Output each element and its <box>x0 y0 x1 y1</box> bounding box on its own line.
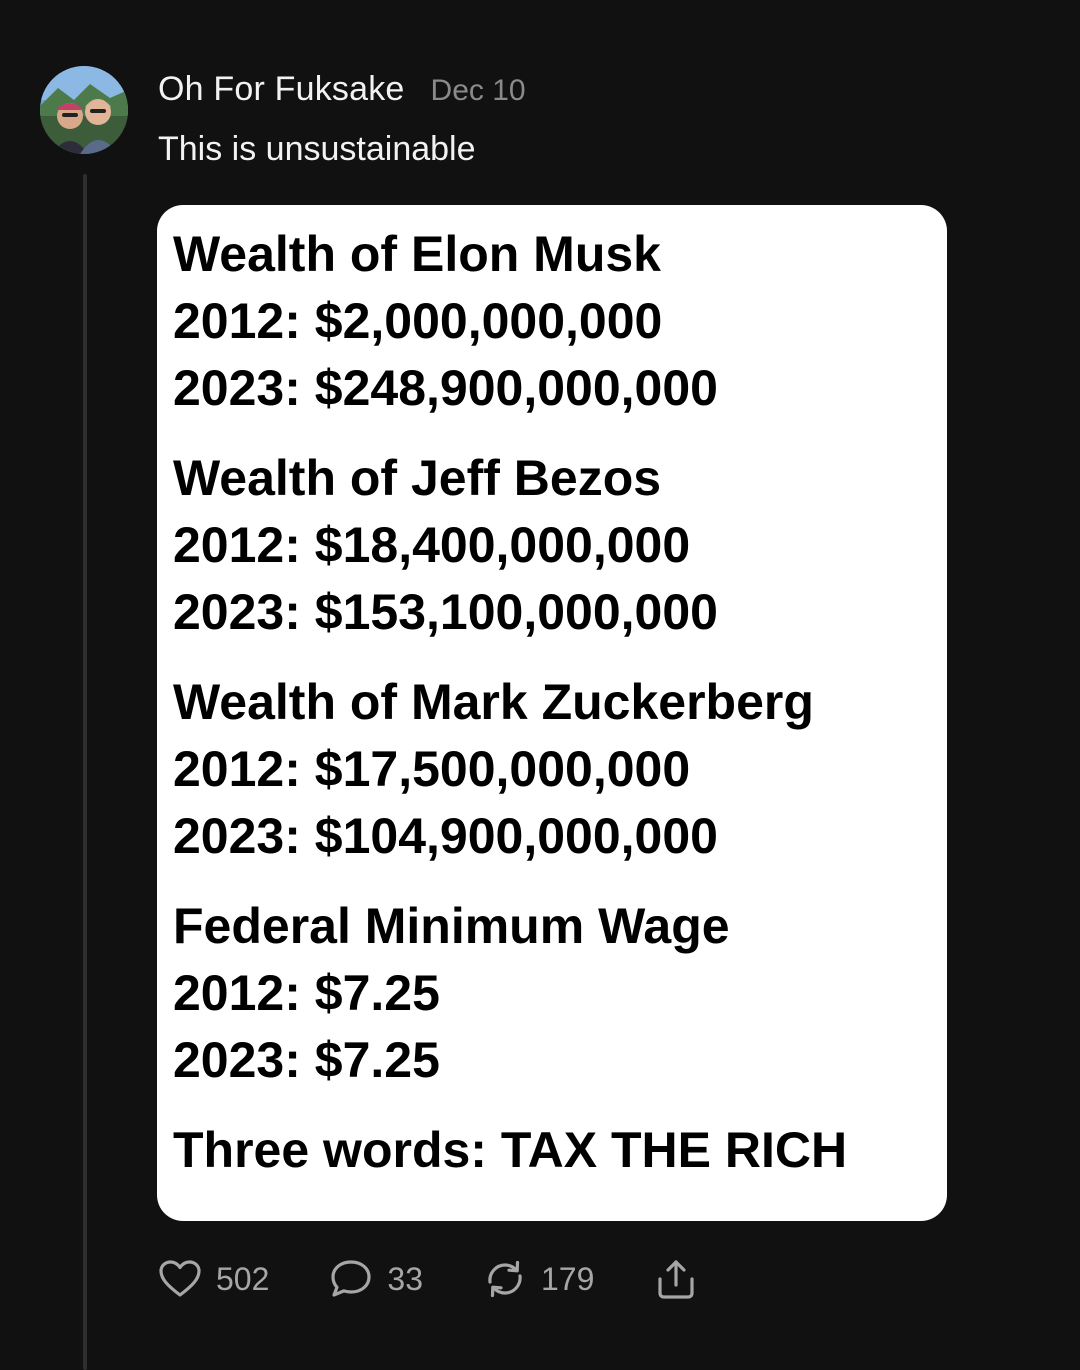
heart-icon <box>159 1260 201 1297</box>
closing-line: Three words: TAX THE RICH <box>173 1122 848 1178</box>
comment-button[interactable]: 33 <box>329 1258 423 1300</box>
post-image-card[interactable]: Wealth of Elon Musk 2012: $2,000,000,000… <box>157 205 947 1221</box>
wealth-block-musk: Wealth of Elon Musk 2012: $2,000,000,000… <box>173 221 947 422</box>
thread-post: Oh For Fuksake Dec 10 This is unsustaina… <box>0 0 1080 1370</box>
post-header: Oh For Fuksake Dec 10 <box>158 70 526 114</box>
block-line: 2023: $104,900,000,000 <box>173 808 718 864</box>
thread-line <box>83 174 87 1370</box>
wealth-block-bezos: Wealth of Jeff Bezos 2012: $18,400,000,0… <box>173 445 947 646</box>
block-line: 2012: $18,400,000,000 <box>173 517 691 573</box>
post-text: This is unsustainable <box>158 130 476 168</box>
action-bar: 502 33 179 <box>158 1254 758 1304</box>
author-name[interactable]: Oh For Fuksake <box>158 70 405 109</box>
comment-icon <box>331 1260 371 1297</box>
share-button[interactable] <box>654 1257 698 1301</box>
block-heading: Wealth of Jeff Bezos <box>173 450 662 506</box>
block-heading: Federal Minimum Wage <box>173 898 730 954</box>
post-date[interactable]: Dec 10 <box>431 74 526 108</box>
wealth-block-zuckerberg: Wealth of Mark Zuckerberg 2012: $17,500,… <box>173 669 947 870</box>
block-line: 2023: $153,100,000,000 <box>173 584 718 640</box>
avatar[interactable] <box>40 66 128 154</box>
repost-count: 179 <box>540 1260 595 1297</box>
block-line: 2012: $2,000,000,000 <box>173 293 663 349</box>
minimum-wage-block: Federal Minimum Wage 2012: $7.25 2023: $… <box>173 893 947 1094</box>
repost-icon <box>488 1260 522 1298</box>
block-heading: Wealth of Elon Musk <box>173 226 661 282</box>
block-line: 2023: $248,900,000,000 <box>173 360 718 416</box>
share-icon <box>658 1260 694 1299</box>
avatar-photo-icon <box>40 66 128 154</box>
block-line: 2012: $7.25 <box>173 965 440 1021</box>
repost-button[interactable]: 179 <box>483 1258 594 1300</box>
comment-count: 33 <box>387 1260 423 1297</box>
like-count: 502 <box>216 1260 270 1297</box>
block-line: 2023: $7.25 <box>173 1032 440 1088</box>
like-button[interactable]: 502 <box>158 1259 269 1299</box>
block-heading: Wealth of Mark Zuckerberg <box>173 674 814 730</box>
block-line: 2012: $17,500,000,000 <box>173 741 691 797</box>
